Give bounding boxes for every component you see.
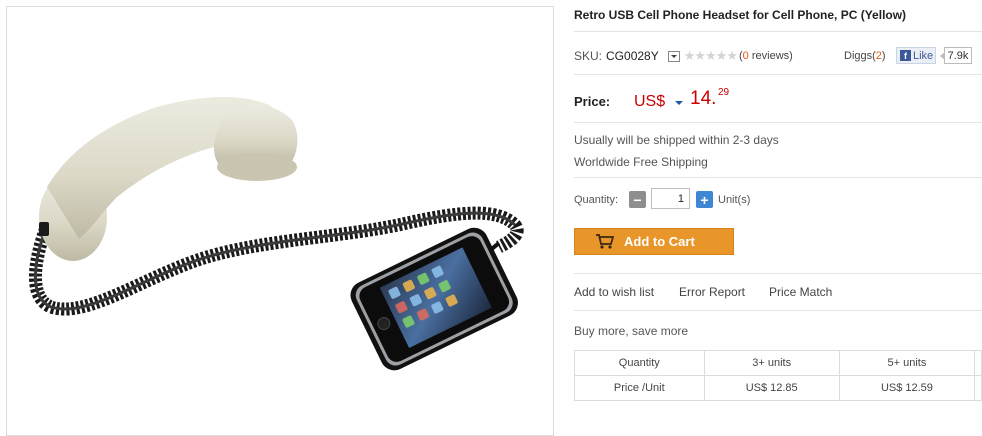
diggs-close: ) <box>881 50 886 62</box>
table-cell <box>974 350 982 376</box>
product-title: Retro USB Cell Phone Headset for Cell Ph… <box>574 8 907 22</box>
divider <box>574 74 982 75</box>
bulk-pricing-table: Quantity 3+ units 5+ units Price /Unit U… <box>574 350 982 401</box>
divider <box>574 31 982 32</box>
divider <box>574 310 982 311</box>
currency-selector[interactable]: US$ <box>634 93 665 111</box>
handset <box>39 97 298 261</box>
table-cell: Price /Unit <box>574 375 705 401</box>
shipping-time: Usually will be shipped within 2-3 days <box>574 133 779 147</box>
chevron-down-icon[interactable] <box>675 101 683 105</box>
facebook-like-count: 7.9k <box>940 47 972 64</box>
sku-row: SKU: CG0028Y ★★★★★ (0 reviews) <box>574 48 793 64</box>
quantity-input[interactable] <box>651 188 690 209</box>
facebook-like-button[interactable]: f Like <box>896 47 936 64</box>
product-image <box>28 97 524 371</box>
quantity-decrease-button[interactable]: − <box>629 191 646 208</box>
product-image-frame[interactable] <box>6 6 554 436</box>
diggs-link[interactable]: Diggs(2) <box>844 50 886 62</box>
sku-label: SKU: <box>574 49 603 63</box>
add-to-cart-label: Add to Cart <box>624 234 695 249</box>
cart-icon <box>596 234 614 249</box>
shipping-free: Worldwide Free Shipping <box>574 155 708 169</box>
quantity-label: Quantity: <box>574 194 619 206</box>
reviews-link[interactable]: (0 reviews) <box>739 50 793 62</box>
table-cell: 3+ units <box>703 350 840 376</box>
price-match-link[interactable]: Price Match <box>769 285 832 299</box>
price-decimal: 29 <box>718 87 730 98</box>
divider <box>574 273 982 274</box>
sku-value: CG0028Y <box>606 49 659 63</box>
table-cell: Quantity <box>574 350 705 376</box>
table-row: Price /Unit US$ 12.85 US$ 12.59 <box>574 375 982 401</box>
facebook-icon: f <box>900 50 911 61</box>
quantity-unit: Unit(s) <box>718 194 751 206</box>
rating-stars-icon: ★★★★★ <box>683 48 738 63</box>
add-to-cart-button[interactable]: Add to Cart <box>574 228 734 255</box>
table-row: Quantity 3+ units 5+ units <box>574 350 982 376</box>
price-integer: 14. <box>690 88 717 109</box>
error-report-link[interactable]: Error Report <box>679 285 745 299</box>
bulk-pricing-heading: Buy more, save more <box>574 324 689 338</box>
quantity-increase-button[interactable]: + <box>696 191 713 208</box>
price-label: Price: <box>574 94 611 109</box>
facebook-like-label: Like <box>913 49 934 62</box>
divider <box>574 122 982 123</box>
diggs-label: Diggs( <box>844 50 876 62</box>
table-cell: US$ 12.85 <box>703 375 840 401</box>
table-cell: 5+ units <box>838 350 976 376</box>
add-to-wishlist-link[interactable]: Add to wish list <box>574 285 654 299</box>
reviews-close: reviews) <box>748 50 793 62</box>
table-cell <box>974 375 982 401</box>
sku-dropdown-icon[interactable] <box>667 50 680 62</box>
table-cell: US$ 12.59 <box>838 375 976 401</box>
divider <box>574 177 982 178</box>
